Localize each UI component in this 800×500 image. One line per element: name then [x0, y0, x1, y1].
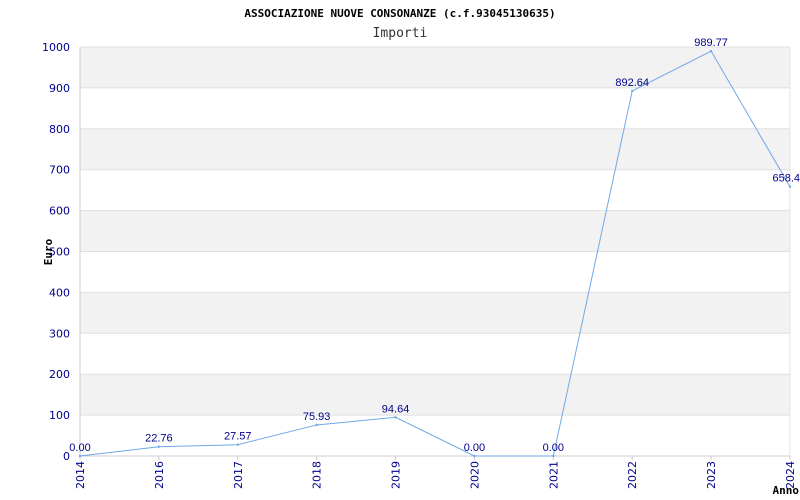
data-label: 989.77 [694, 37, 728, 49]
data-label: 75.93 [303, 411, 331, 423]
background-band [80, 292, 790, 334]
x-tick-label: 2019 [390, 461, 403, 489]
x-tick-label: 2021 [547, 461, 560, 489]
x-axis-label: Anno [773, 484, 800, 497]
data-point [157, 445, 161, 448]
background-band [80, 169, 790, 211]
x-tick-label: 2016 [153, 461, 166, 489]
x-tick-label: 2023 [705, 461, 718, 489]
y-tick-label: 1000 [42, 41, 70, 54]
background-band [80, 333, 790, 375]
data-point [709, 49, 713, 53]
data-point [236, 443, 239, 446]
x-tick-label: 2014 [74, 461, 87, 489]
x-tick-label: 2018 [311, 461, 324, 489]
chart: 01002003004005006007008009001000 2014 201… [42, 7, 800, 497]
chart-subtitle: Importi [373, 26, 428, 41]
data-point [315, 423, 318, 427]
y-tick-label: 600 [49, 205, 70, 218]
background-band [80, 128, 790, 170]
data-label: 27.57 [224, 431, 252, 443]
background-band [80, 415, 790, 456]
data-point [78, 454, 82, 458]
data-label: 0.00 [464, 442, 485, 454]
y-tick-label: 400 [49, 286, 70, 299]
y-tick-label: 700 [49, 164, 70, 177]
background-band [80, 251, 790, 293]
y-tick-label: 900 [49, 82, 70, 95]
data-label: 22.76 [145, 433, 173, 445]
data-label: 892.64 [615, 77, 649, 89]
data-label: 0.00 [69, 442, 90, 454]
data-label: 658.4 [772, 173, 800, 185]
y-tick-label: 200 [49, 368, 70, 381]
y-tick-label: 800 [49, 123, 70, 136]
background-band [80, 47, 790, 88]
data-point [473, 454, 476, 458]
data-point [788, 185, 792, 188]
y-tick-label: 300 [49, 327, 70, 340]
x-tick-label: 2017 [232, 461, 245, 489]
x-tick-label: 2020 [468, 461, 481, 489]
background-band [80, 210, 790, 252]
chart-title: ASSOCIAZIONE NUOVE CONSONANZE (c.f.93045… [244, 7, 555, 20]
data-point [394, 416, 397, 419]
data-point [552, 454, 555, 458]
data-label: 0.00 [543, 442, 564, 454]
y-axis-label: Euro [42, 238, 55, 265]
x-tick-label: 2022 [626, 461, 639, 489]
background-band [80, 87, 790, 129]
x-tick-labels: 2014 2016 2017 2018 2019 2020 2021 2022 2023 2024 [74, 456, 797, 489]
data-label: 94.64 [382, 403, 410, 415]
background-band [80, 374, 790, 416]
y-tick-label: 100 [49, 409, 70, 422]
data-point [631, 89, 634, 93]
